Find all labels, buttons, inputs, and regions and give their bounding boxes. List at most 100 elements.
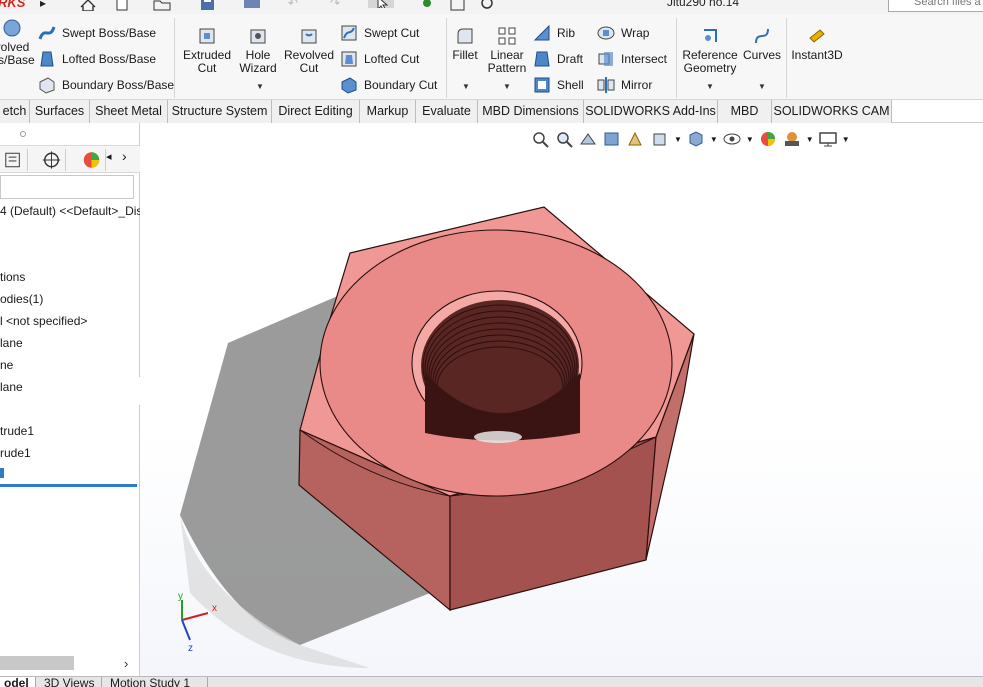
panel-grip-icon[interactable] xyxy=(20,131,26,137)
hex-nut-model[interactable]: x y z xyxy=(140,123,983,676)
feature-filter-input[interactable] xyxy=(0,175,134,199)
tab-mbd[interactable]: MBD xyxy=(718,100,772,123)
tree-item-cut-extrude1[interactable]: rude1 xyxy=(0,446,31,460)
tab-sheet-metal[interactable]: Sheet Metal xyxy=(90,100,168,123)
redo-icon[interactable]: ↷ xyxy=(330,0,340,11)
graphics-area[interactable]: ▼ ▼ ▼ ▼ ▼ x y z xyxy=(140,123,983,676)
quick-access-toolbar: RKS ▸ ↶ ↷ Jitu290 no.14 Search files a xyxy=(0,0,983,14)
feature-manager-panel: ◂ › 4 (Default) <<Default>_Dis tions odi… xyxy=(0,123,142,676)
horizontal-scrollbar-thumb[interactable] xyxy=(0,656,74,670)
boundary-boss-button[interactable]: Boundary Boss/Base xyxy=(38,76,174,94)
reference-geometry-label-2: Geometry xyxy=(683,61,737,75)
tab-direct-editing[interactable]: Direct Editing xyxy=(272,100,360,123)
linear-pattern-icon xyxy=(498,27,516,45)
reference-geometry-button[interactable]: Reference Geometry xyxy=(680,26,740,75)
linear-pattern-button[interactable]: Linear Pattern xyxy=(485,26,529,75)
extruded-cut-label-1: Extruded xyxy=(182,48,232,62)
fillet-dropdown-icon[interactable]: ▼ xyxy=(462,82,470,91)
print-icon[interactable] xyxy=(242,0,262,11)
tree-item-extrude1[interactable]: trude1 xyxy=(0,424,34,438)
triad-y-label: y xyxy=(178,591,183,602)
tree-item-front-plane[interactable]: lane xyxy=(0,336,23,350)
lofted-cut-icon xyxy=(341,51,357,67)
lofted-cut-button[interactable]: Lofted Cut xyxy=(340,50,419,68)
open-icon[interactable] xyxy=(152,0,172,11)
lofted-boss-button[interactable]: Lofted Boss/Base xyxy=(38,50,156,68)
panel-scroll-left-icon[interactable]: ◂ xyxy=(106,150,112,163)
tree-item-top-plane[interactable]: ne xyxy=(0,358,13,372)
tab-surfaces[interactable]: Surfaces xyxy=(30,100,90,123)
tab-sketch[interactable]: etch xyxy=(0,100,30,123)
revolved-boss-button[interactable]: volved ss/Base xyxy=(0,18,35,67)
menu-arrow-icon[interactable]: ▸ xyxy=(40,0,46,11)
property-manager-icon[interactable] xyxy=(0,149,28,171)
fillet-label: Fillet xyxy=(452,48,478,62)
display-manager-icon[interactable] xyxy=(78,149,106,171)
draft-icon xyxy=(534,51,550,67)
save-icon[interactable] xyxy=(198,0,218,11)
options-gear-icon[interactable] xyxy=(478,0,498,11)
rib-icon xyxy=(533,24,550,41)
tab-motion-study-1[interactable]: Motion Study 1 xyxy=(104,677,208,687)
shell-button[interactable]: Shell xyxy=(533,76,584,94)
tab-evaluate[interactable]: Evaluate xyxy=(416,100,478,123)
tab-markup[interactable]: Markup xyxy=(360,100,416,123)
tree-item-material[interactable]: l <not specified> xyxy=(0,314,87,328)
shell-label: Shell xyxy=(557,78,584,92)
extruded-cut-button[interactable]: Extruded Cut xyxy=(180,26,234,75)
tab-solidworks-cam[interactable]: SOLIDWORKS CAM xyxy=(772,100,892,123)
instant3d-button[interactable]: Instant3D xyxy=(790,26,844,62)
ribbon-separator xyxy=(676,18,677,98)
tab-structure-system[interactable]: Structure System xyxy=(168,100,272,123)
draft-button[interactable]: Draft xyxy=(533,50,583,68)
tree-item-right-plane[interactable]: lane xyxy=(0,380,23,394)
reference-dropdown-icon[interactable]: ▼ xyxy=(706,82,714,91)
panel-scroll-right-icon[interactable]: › xyxy=(122,148,127,164)
document-title: Jitu290 no.14 xyxy=(667,0,740,9)
swept-boss-button[interactable]: Swept Boss/Base xyxy=(38,24,156,42)
swept-cut-button[interactable]: Swept Cut xyxy=(340,24,419,42)
ribbon-separator xyxy=(174,18,175,98)
cut-dropdown-icon[interactable]: ▼ xyxy=(256,82,264,91)
intersect-button[interactable]: Intersect xyxy=(597,50,667,68)
hole-wizard-button[interactable]: Hole Wizard xyxy=(236,26,280,75)
hole-wizard-icon xyxy=(250,29,266,44)
scroll-right-arrow-icon[interactable]: › xyxy=(124,656,128,671)
rollback-bar[interactable] xyxy=(0,484,137,487)
hole-wizard-label-2: Wizard xyxy=(239,61,277,75)
undo-icon[interactable]: ↶ xyxy=(288,0,298,11)
extruded-cut-label-2: Cut xyxy=(197,61,217,75)
pattern-dropdown-icon[interactable]: ▼ xyxy=(503,82,511,91)
tab-3d-views[interactable]: 3D Views xyxy=(38,677,102,687)
curves-dropdown-icon[interactable]: ▼ xyxy=(758,82,766,91)
configuration-manager-icon[interactable] xyxy=(38,149,66,171)
tab-model[interactable]: odel xyxy=(0,677,36,687)
hole-wizard-label-1: Hole xyxy=(245,48,271,62)
rib-button[interactable]: Rib xyxy=(533,24,575,42)
swept-boss-icon xyxy=(38,26,56,40)
bottom-view-tabs: odel 3D Views Motion Study 1 xyxy=(0,676,983,687)
search-input[interactable]: Search files a xyxy=(888,0,983,12)
fillet-button[interactable]: Fillet xyxy=(450,26,480,62)
tree-root[interactable]: 4 (Default) <<Default>_Dis xyxy=(0,204,142,218)
tab-mbd-dimensions[interactable]: MBD Dimensions xyxy=(478,100,584,123)
select-arrow-icon[interactable] xyxy=(368,0,394,8)
home-icon[interactable] xyxy=(78,0,98,11)
boundary-cut-label: Boundary Cut xyxy=(364,78,438,92)
mirror-button[interactable]: Mirror xyxy=(597,76,652,94)
tree-item-annotations[interactable]: tions xyxy=(0,270,25,284)
boundary-cut-button[interactable]: Boundary Cut xyxy=(340,76,437,94)
rebuild-icon[interactable] xyxy=(420,0,434,11)
curves-button[interactable]: Curves xyxy=(742,26,782,62)
tree-item-solid-bodies[interactable]: odies(1) xyxy=(0,292,43,306)
new-document-icon[interactable] xyxy=(112,0,132,11)
linear-pattern-label-2: Pattern xyxy=(487,61,527,75)
boundary-boss-label: Boundary Boss/Base xyxy=(62,78,175,92)
wrap-icon xyxy=(597,26,615,40)
file-properties-icon[interactable] xyxy=(448,0,468,11)
tab-solidworks-add-ins[interactable]: SOLIDWORKS Add-Ins xyxy=(584,100,718,123)
revolved-cut-button[interactable]: Revolved Cut xyxy=(283,26,335,75)
tree-item-selection-marker xyxy=(0,468,4,478)
rib-label: Rib xyxy=(557,26,576,40)
wrap-button[interactable]: Wrap xyxy=(597,24,649,42)
